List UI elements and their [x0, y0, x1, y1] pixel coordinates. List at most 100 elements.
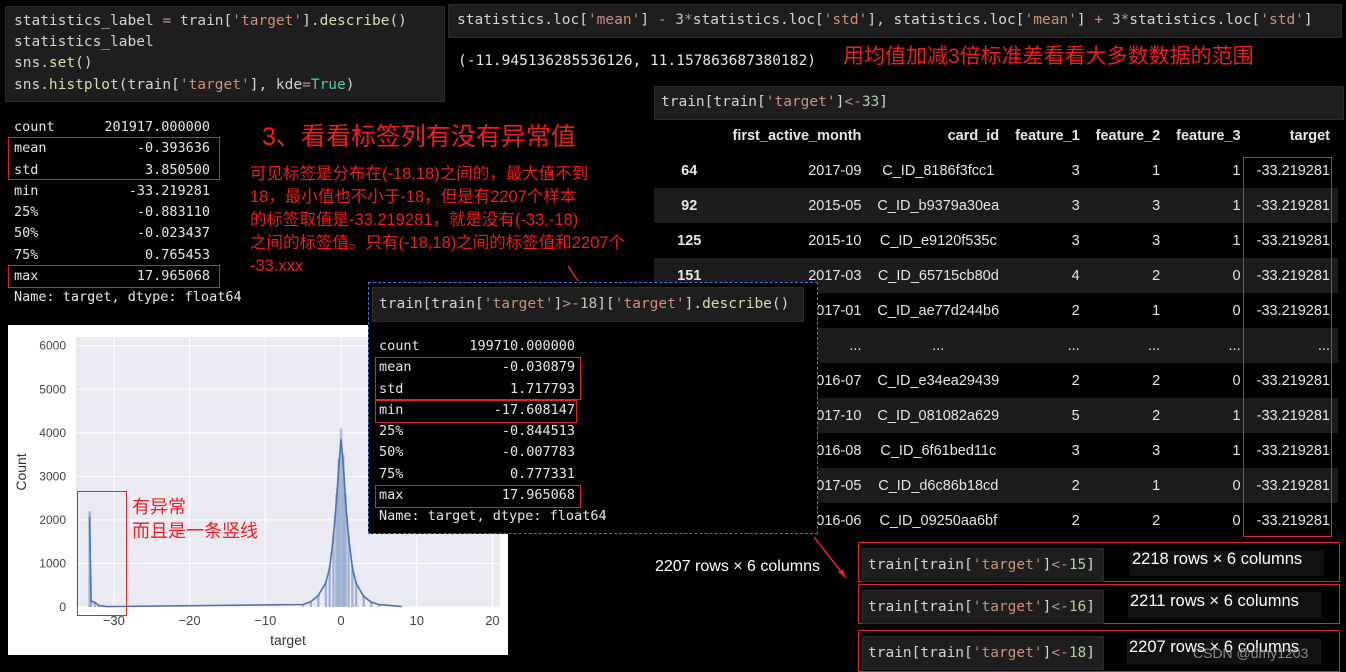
table-cell: 2: [1152, 512, 1161, 529]
y-tick-label: 3000: [39, 469, 66, 483]
explanation-line-1: 可见标签是分布在(-18,18)之间的，最大值不到: [250, 165, 589, 183]
describe-key: 50%: [379, 444, 404, 461]
column-header: first_active_month: [732, 128, 862, 144]
highlight-target-column: [1243, 157, 1332, 537]
describe-row-25pct: 25% -0.883110: [14, 202, 242, 223]
table-cell: 0: [1232, 512, 1241, 529]
table-cell: 2017-09: [808, 162, 862, 179]
table-cell: 1: [1232, 162, 1241, 179]
table-cell: ...: [1168, 328, 1249, 363]
table-cell: 2: [1071, 302, 1080, 319]
explanation-line-3: 的标签取值是-33.219281，就是没有(-33,-18): [250, 211, 579, 229]
table-cell: 0: [1168, 258, 1249, 293]
y-tick-label: 4000: [39, 426, 66, 440]
describe-key: count: [14, 119, 55, 135]
x-axis-label: target: [270, 632, 306, 648]
column-header: feature_1: [1015, 128, 1080, 144]
code-cell-describe[interactable]: statistics_label = train['target'].descr…: [5, 6, 445, 102]
code-cell-filter-15[interactable]: train[train['target']<-15]: [862, 548, 1104, 582]
table-cell: 1: [1168, 188, 1249, 223]
describe-value: -0.844513: [501, 423, 575, 440]
filter-result-16: 2211 rows × 6 columns: [1128, 592, 1322, 618]
section-title: 3、看看标签列有没有异常值: [262, 123, 576, 151]
explanation-line-4: 之间的标签值。只有(-18,18)之间的标签值和2207个: [250, 234, 625, 252]
code-line-1: statistics_label = train['target'].descr…: [14, 13, 407, 29]
highlight-max-1: [8, 265, 220, 288]
y-tick-label: 2000: [39, 513, 66, 527]
table-cell: C_ID_ae77d244b6: [877, 302, 1000, 319]
table-cell: C_ID_081082a629: [869, 398, 1008, 433]
table-cell: 1: [1232, 232, 1241, 249]
row-index: 125: [677, 232, 702, 249]
table-cell: 4: [1007, 258, 1088, 293]
filter-result-15: 2218 rows × 6 columns: [1130, 550, 1324, 576]
row-index: 92: [654, 188, 725, 223]
highlight-mean-std-1: [8, 137, 220, 180]
describe-value: 0.777331: [509, 465, 575, 482]
table-cell: 3: [1152, 232, 1161, 249]
table-cell: 2015-05: [724, 188, 870, 223]
highlight-anomaly: [77, 491, 127, 616]
x-tick-label: 10: [409, 613, 423, 628]
code-line-2: statistics_label: [14, 34, 154, 50]
code-line-filter-16: train[train['target']<-16]: [868, 599, 1096, 615]
describe-footer-2: Name: target, dtype: float64: [379, 508, 607, 525]
anomaly-note: 有异常 而且是一条竖线: [132, 495, 258, 543]
code-line-filter-15: train[train['target']<-15]: [868, 557, 1096, 573]
describe-row-75pct: 75% 0.765453: [14, 245, 242, 266]
table-cell: C_ID_6f61bed11c: [880, 442, 997, 459]
table-cell: 3: [1071, 232, 1080, 249]
table-row: 92 2015-05 C_ID_b9379a30ea 3 3 1 -33.219281: [654, 188, 1338, 223]
code-cell-filter-16[interactable]: train[train['target']<-16]: [862, 590, 1104, 624]
describe-key: 75%: [14, 246, 39, 263]
describe-value: -0.007783: [501, 444, 575, 461]
code-cell-range[interactable]: statistics.loc['mean'] - 3*statistics.lo…: [448, 4, 1342, 38]
describe-key: 25%: [379, 423, 404, 440]
table-cell: C_ID_65715cb80d: [869, 258, 1008, 293]
column-header: target: [1289, 128, 1330, 144]
describe-row-50pct: 50% -0.023437: [14, 223, 242, 244]
table-cell: 0: [1232, 372, 1241, 389]
table-cell: C_ID_b9379a30ea: [869, 188, 1008, 223]
y-tick-label: 5000: [39, 382, 66, 396]
table-cell: 3: [1007, 188, 1088, 223]
column-header: feature_2: [1095, 128, 1161, 144]
describe-footer-1: Name: target, dtype: float64: [14, 289, 242, 306]
dataframe-shape: 2207 rows × 6 columns: [655, 558, 820, 575]
column-header: feature_3: [1176, 128, 1241, 144]
table-cell: 3: [1087, 188, 1169, 223]
range-output: (-11.945136285536126, 11.157863687380182…: [458, 53, 816, 69]
describe-value: 0.765453: [144, 246, 210, 263]
highlight-max-2: [375, 485, 581, 508]
anomaly-note-line-2: 而且是一条竖线: [132, 521, 258, 541]
table-cell: 0: [1168, 468, 1249, 503]
explanation-line-2: 18，最小值也不小于-18，但是有2207个样本: [250, 188, 577, 206]
arrow-head: [838, 569, 846, 578]
dataframe-header-row: first_active_month card_id feature_1 featur…: [654, 119, 1338, 153]
table-cell: 2: [1071, 372, 1080, 389]
watermark: CSDN @dmy1203: [1193, 645, 1309, 661]
table-cell: C_ID_e34ea29439: [877, 372, 1000, 389]
highlight-min-2: [375, 400, 577, 423]
table-cell: 5: [1007, 398, 1088, 433]
anomaly-note-line-1: 有异常: [132, 497, 186, 517]
explanation-line-5: -33.xxx: [250, 257, 304, 275]
table-cell: 2: [1071, 512, 1080, 529]
code-line-4: sns.histplot(train['target'], kde=True): [14, 77, 355, 93]
table-cell: ...: [1007, 328, 1088, 363]
describe-value: 201917.000000: [104, 119, 210, 135]
table-cell: C_ID_d6c86b18cd: [869, 468, 1008, 503]
table-cell: ...: [1087, 328, 1169, 363]
highlight-mean-std-2: [375, 357, 581, 400]
describe-key: 50%: [14, 225, 39, 242]
table-cell: 1: [1232, 442, 1241, 459]
describe-value: -0.023437: [136, 225, 210, 242]
code-cell-filter-18[interactable]: train[train['target']<-18]: [862, 636, 1104, 670]
index-header: [654, 119, 724, 153]
describe-row-50pct: 50% -0.007783: [379, 442, 607, 463]
code-cell-filter-33[interactable]: train[train['target']<-33]: [654, 86, 1344, 120]
overlay-describe-filtered[interactable]: train[train['target']>-18]['target'].des…: [368, 282, 818, 534]
code-cell-filter-18[interactable]: train[train['target']>-18]['target'].des…: [372, 287, 804, 322]
code-line-3: sns.set(): [14, 55, 93, 71]
describe-row-count: count 199710.000000: [379, 336, 607, 357]
